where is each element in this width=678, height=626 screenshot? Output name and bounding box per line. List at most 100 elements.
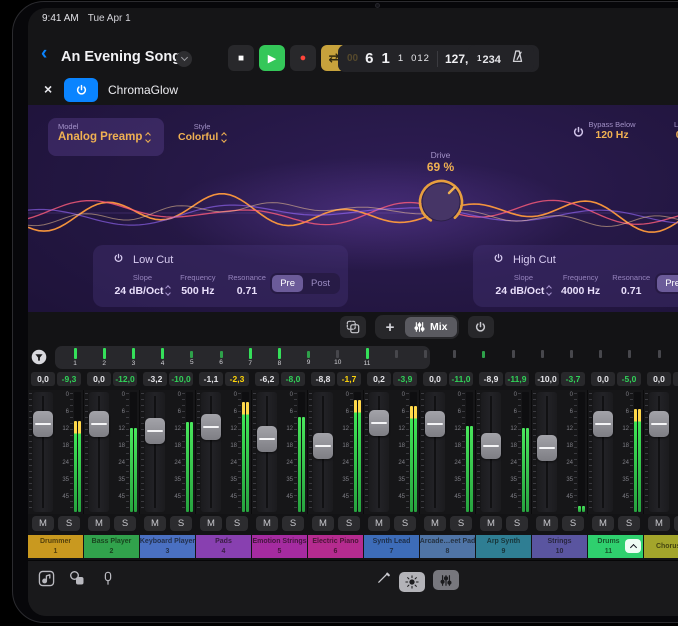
fader-handle[interactable] (257, 426, 277, 452)
low-cut-resonance[interactable]: Resonance 0.71 (224, 273, 270, 298)
plugin-power-button[interactable] (64, 78, 98, 102)
mute-button[interactable]: M (312, 516, 334, 531)
loops-browser-button[interactable] (36, 569, 56, 587)
fader-value[interactable]: -3,2 (143, 372, 167, 386)
solo-button[interactable]: S (562, 516, 584, 531)
track-activity-slot[interactable]: 1 (61, 346, 89, 367)
peak-value[interactable]: -9,3 (57, 372, 81, 386)
fader-handle[interactable] (537, 435, 557, 461)
fader-value[interactable]: -8,8 (311, 372, 335, 386)
track-name-block[interactable]: Arp Synth9 (476, 535, 531, 558)
fader-value[interactable]: 0,2 (367, 372, 391, 386)
jack-button[interactable] (98, 569, 118, 587)
bypass-power-button[interactable] (572, 126, 585, 144)
count-in-button[interactable]: 1234 (477, 50, 501, 68)
back-icon[interactable]: ‹ (41, 44, 47, 63)
track-activity-slot[interactable]: 4 (149, 346, 177, 367)
level-control[interactable]: Level 0.0 (660, 120, 678, 141)
solo-button[interactable]: S (450, 516, 472, 531)
fader-handle[interactable] (425, 411, 445, 437)
peak-value[interactable]: -8,0 (281, 372, 305, 386)
track-activity-slot[interactable]: 8 (265, 346, 293, 367)
close-icon[interactable]: × (44, 81, 52, 97)
low-cut-power-button[interactable] (113, 253, 124, 267)
solo-button[interactable]: S (618, 516, 640, 531)
mute-button[interactable]: M (592, 516, 614, 531)
peak-value[interactable]: -3,7 (561, 372, 585, 386)
peak-value[interactable]: -3,9 (393, 372, 417, 386)
song-disclosure-button[interactable] (176, 51, 192, 67)
fader-value[interactable]: -8,9 (479, 372, 503, 386)
peak-value[interactable]: -11,9 (505, 372, 529, 386)
solo-button[interactable]: S (114, 516, 136, 531)
track-activity-slot[interactable]: 6 (207, 346, 235, 366)
fader-handle[interactable] (89, 411, 109, 437)
fader-value[interactable]: 0,0 (647, 372, 671, 386)
high-cut-resonance[interactable]: Resonance 0.71 (607, 273, 655, 298)
track-activity-slot[interactable]: 11 (353, 346, 381, 367)
low-cut-frequency[interactable]: Frequency 500 Hz (172, 273, 224, 298)
post-button[interactable]: Post (303, 275, 338, 292)
solo-button[interactable]: S (170, 516, 192, 531)
fader-value[interactable]: -1,1 (199, 372, 223, 386)
track-name-block[interactable]: Emotion Strings5 (252, 535, 307, 558)
high-cut-power-button[interactable] (493, 253, 504, 267)
mute-button[interactable]: M (536, 516, 558, 531)
track-name-block[interactable]: Pads4 (196, 535, 251, 558)
fader-handle[interactable] (145, 418, 165, 444)
fader-value[interactable]: 0,0 (31, 372, 55, 386)
peak-value[interactable]: -10,0 (169, 372, 193, 386)
high-cut-slope[interactable]: Slope 24 dB/Oct (493, 273, 554, 298)
track-activity-slot[interactable]: 2 (90, 346, 118, 367)
stop-button[interactable]: ■ (228, 45, 254, 71)
track-name-block[interactable]: Drummer1 (28, 535, 83, 558)
fader-value[interactable]: 0,0 (423, 372, 447, 386)
mute-button[interactable]: M (424, 516, 446, 531)
solo-button[interactable]: S (394, 516, 416, 531)
peak-value[interactable]: -11,0 (449, 372, 473, 386)
mute-button[interactable]: M (480, 516, 502, 531)
mute-button[interactable]: M (368, 516, 390, 531)
mixer-view-button[interactable] (433, 570, 459, 590)
track-name-block[interactable]: Chorus V (644, 535, 678, 558)
model-selector[interactable]: Model Analog Preamp (48, 118, 164, 156)
track-name-block[interactable]: Bass Player2 (84, 535, 139, 558)
peak-value[interactable]: -12,0 (113, 372, 137, 386)
high-cut-frequency[interactable]: Frequency 4000 Hz (554, 273, 607, 298)
fader-handle[interactable] (313, 433, 333, 459)
fader-value[interactable]: -6,2 (255, 372, 279, 386)
fader-value[interactable]: 0,0 (591, 372, 615, 386)
peak-value[interactable] (673, 372, 678, 386)
mute-button[interactable]: M (88, 516, 110, 531)
track-activity-slot[interactable]: 3 (119, 346, 147, 367)
metronome-button[interactable] (510, 49, 525, 69)
duplicate-button[interactable] (340, 316, 366, 338)
fader-handle[interactable] (593, 411, 613, 437)
fader-handle[interactable] (481, 433, 501, 459)
patches-button[interactable] (67, 569, 87, 587)
mute-button[interactable]: M (648, 516, 670, 531)
style-selector[interactable]: Style Colorful (178, 122, 226, 143)
bypass-below-control[interactable]: Bypass Below 120 Hz (586, 120, 638, 141)
fader-handle[interactable] (649, 411, 669, 437)
play-button[interactable]: ▶ (259, 45, 285, 71)
mute-button[interactable]: M (144, 516, 166, 531)
fader-handle[interactable] (369, 410, 389, 436)
mute-button[interactable]: M (200, 516, 222, 531)
fader-value[interactable]: -10,0 (535, 372, 559, 386)
peak-value[interactable]: -5,0 (617, 372, 641, 386)
fader-handle[interactable] (33, 411, 53, 437)
pre-button[interactable]: Pre (657, 275, 678, 292)
solo-button[interactable]: S (674, 516, 678, 531)
solo-button[interactable]: S (282, 516, 304, 531)
drive-knob[interactable] (417, 178, 465, 226)
track-activity-slot[interactable]: 9 (295, 346, 323, 366)
track-activity-slot[interactable]: 7 (236, 346, 264, 367)
record-button[interactable]: ● (290, 45, 316, 71)
track-activity-slot[interactable]: 10 (324, 346, 352, 366)
mute-button[interactable]: M (256, 516, 278, 531)
track-name-block[interactable]: Strings10 (532, 535, 587, 558)
peak-value[interactable]: -1,7 (337, 372, 361, 386)
track-name-block[interactable]: Electric Piano6 (308, 535, 363, 558)
song-title[interactable]: An Evening Song (61, 49, 181, 65)
